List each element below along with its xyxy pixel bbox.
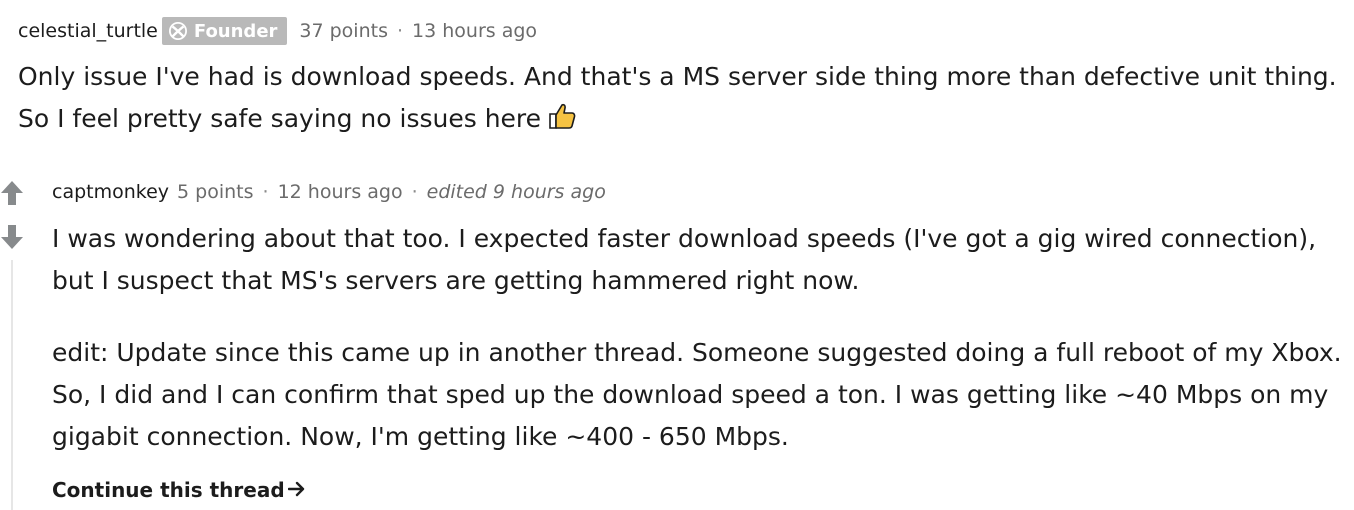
continue-thread-label: Continue this thread <box>52 478 285 502</box>
meta-separator: · <box>262 181 269 203</box>
vote-column <box>0 176 24 510</box>
parent-body-text: Only issue I've had is download speeds. … <box>18 62 1337 133</box>
continue-thread-link[interactable]: Continue this thread <box>52 478 306 502</box>
meta-separator: · <box>411 181 418 203</box>
parent-comment-meta: celestial_turtle Founder 37 points · 13 … <box>18 16 1338 46</box>
reply-username[interactable]: captmonkey <box>52 181 169 203</box>
reply-comment-meta: captmonkey 5 points · 12 hours ago · edi… <box>52 176 1342 208</box>
reply-points: 5 points <box>177 181 254 203</box>
reply-body-paragraph-1: I was wondering about that too. I expect… <box>52 224 1317 295</box>
meta-separator: · <box>396 20 404 42</box>
reply-edited-timestamp: edited 9 hours ago <box>426 181 606 203</box>
parent-timestamp[interactable]: 13 hours ago <box>412 20 537 42</box>
founder-flair: Founder <box>161 17 288 45</box>
parent-comment: celestial_turtle Founder 37 points · 13 … <box>18 16 1338 140</box>
arrow-right-icon <box>287 481 304 497</box>
reply-body-paragraph-2: edit: Update since this came up in anoth… <box>52 338 1342 451</box>
parent-points: 37 points <box>299 20 388 42</box>
parent-username[interactable]: celestial_turtle <box>18 20 158 42</box>
flair-label: Founder <box>193 20 278 42</box>
thumbs-up-icon <box>549 103 576 129</box>
reply-timestamp[interactable]: 12 hours ago <box>278 181 403 203</box>
parent-comment-body: Only issue I've had is download speeds. … <box>18 56 1338 140</box>
thread-line[interactable] <box>11 260 13 510</box>
xbox-logo-icon <box>168 22 187 40</box>
downvote-arrow-icon[interactable] <box>0 224 24 250</box>
reply-comment: captmonkey 5 points · 12 hours ago · edi… <box>52 176 1342 502</box>
upvote-arrow-icon[interactable] <box>0 180 24 206</box>
